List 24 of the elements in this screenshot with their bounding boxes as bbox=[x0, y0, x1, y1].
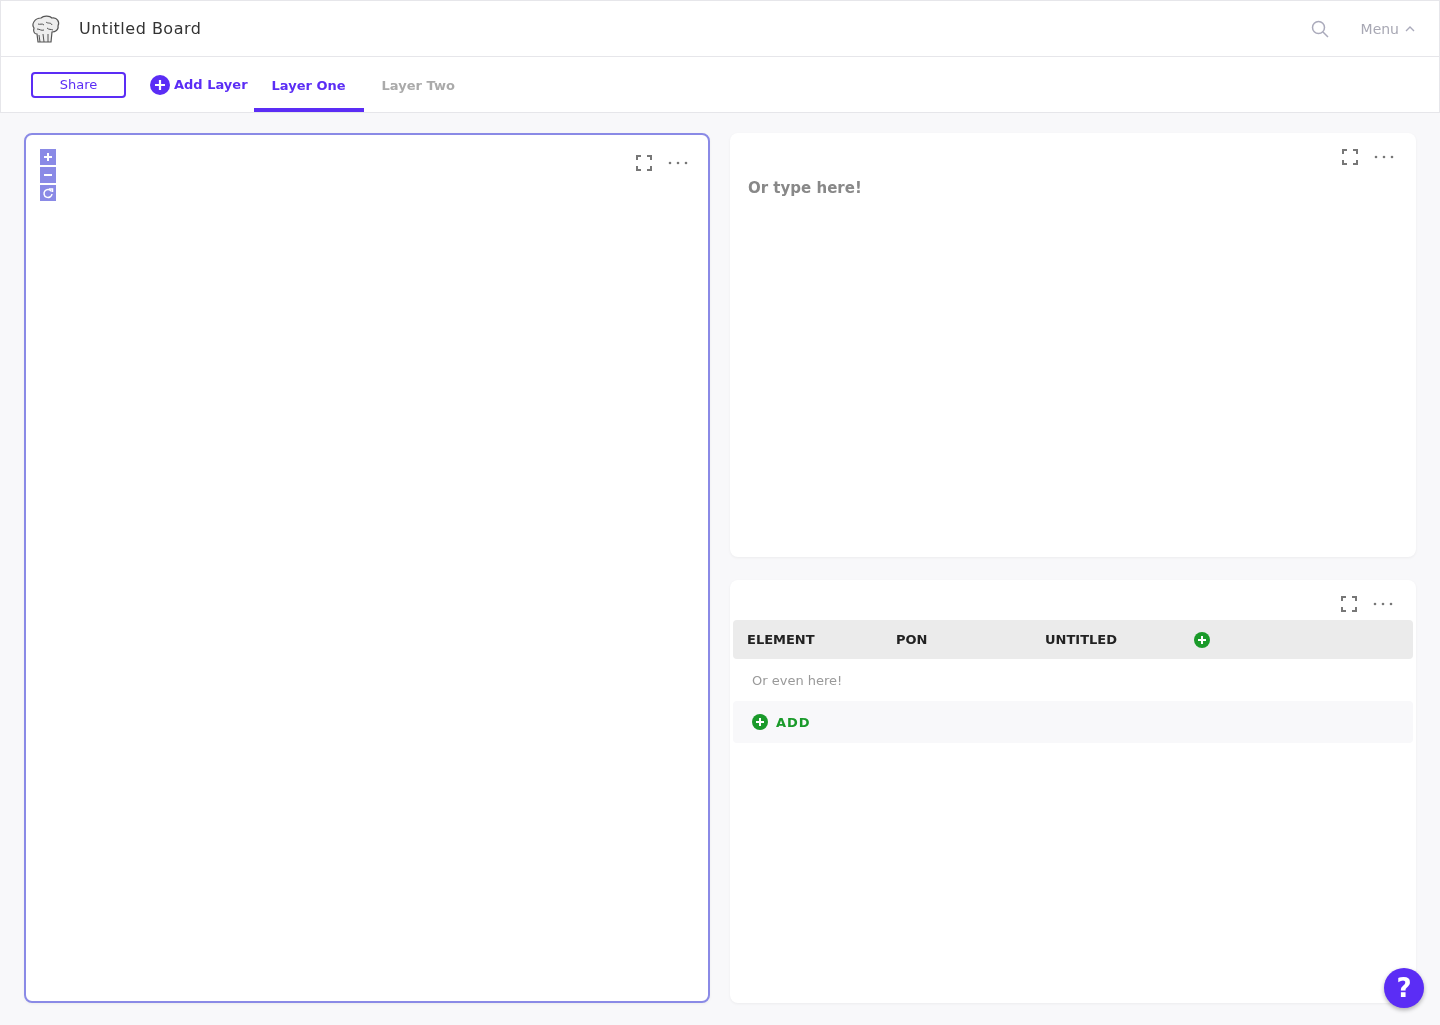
fullscreen-icon[interactable] bbox=[636, 155, 652, 171]
caret-up-icon bbox=[1405, 25, 1415, 32]
more-dots-icon[interactable] bbox=[1374, 155, 1394, 159]
more-dots-icon[interactable] bbox=[668, 161, 688, 165]
column-header: PON bbox=[896, 632, 929, 647]
board-title: Untitled Board bbox=[79, 19, 202, 38]
plus-circle-icon bbox=[752, 714, 768, 730]
column-header: UNTITLED bbox=[1045, 632, 1118, 647]
search-icon[interactable] bbox=[1310, 19, 1329, 38]
layer-tab[interactable]: Layer One bbox=[253, 57, 364, 112]
help-button[interactable]: ? bbox=[1384, 968, 1424, 1008]
plus-circle-icon bbox=[150, 74, 170, 95]
zoom-in-icon[interactable] bbox=[40, 149, 56, 165]
reset-icon[interactable] bbox=[40, 185, 56, 201]
more-dots-icon[interactable] bbox=[1373, 602, 1393, 606]
add-column-icon[interactable] bbox=[1194, 631, 1210, 648]
column-header: ELEMENT bbox=[747, 632, 816, 647]
fullscreen-icon[interactable] bbox=[1342, 149, 1358, 165]
share-button[interactable]: Share bbox=[31, 71, 126, 98]
text-panel[interactable]: Or type here! bbox=[730, 133, 1416, 557]
add-layer-button[interactable]: Add Layer bbox=[150, 57, 254, 112]
zoom-out-icon[interactable] bbox=[40, 167, 56, 183]
add-row-button[interactable]: ADD bbox=[733, 701, 1413, 743]
fullscreen-icon[interactable] bbox=[1341, 596, 1357, 612]
